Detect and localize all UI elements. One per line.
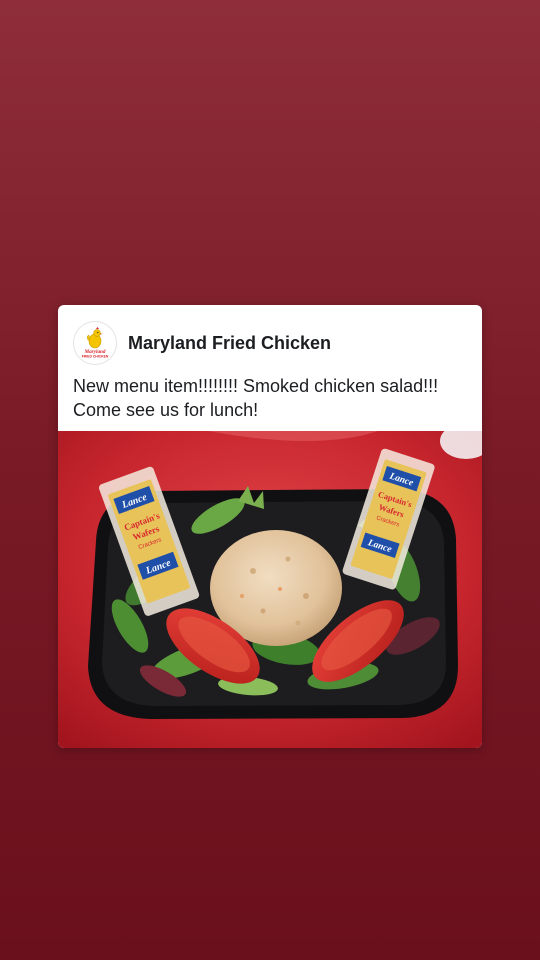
chicken-logo-icon: Maryland FRIED CHICKEN <box>82 327 109 359</box>
post-text: New menu item!!!!!!!! Smoked chicken sal… <box>73 376 439 420</box>
avatar[interactable]: Maryland FRIED CHICKEN <box>73 321 117 365</box>
page-name[interactable]: Maryland Fried Chicken <box>128 333 331 354</box>
post-header: Maryland FRIED CHICKEN Maryland Fried Ch… <box>58 305 482 365</box>
salad-photo[interactable]: Lance Captain's Wafers Crackers Lance La… <box>58 431 482 748</box>
logo-text-line2: FRIED CHICKEN <box>82 355 109 359</box>
post-card[interactable]: Maryland FRIED CHICKEN Maryland Fried Ch… <box>58 305 482 748</box>
